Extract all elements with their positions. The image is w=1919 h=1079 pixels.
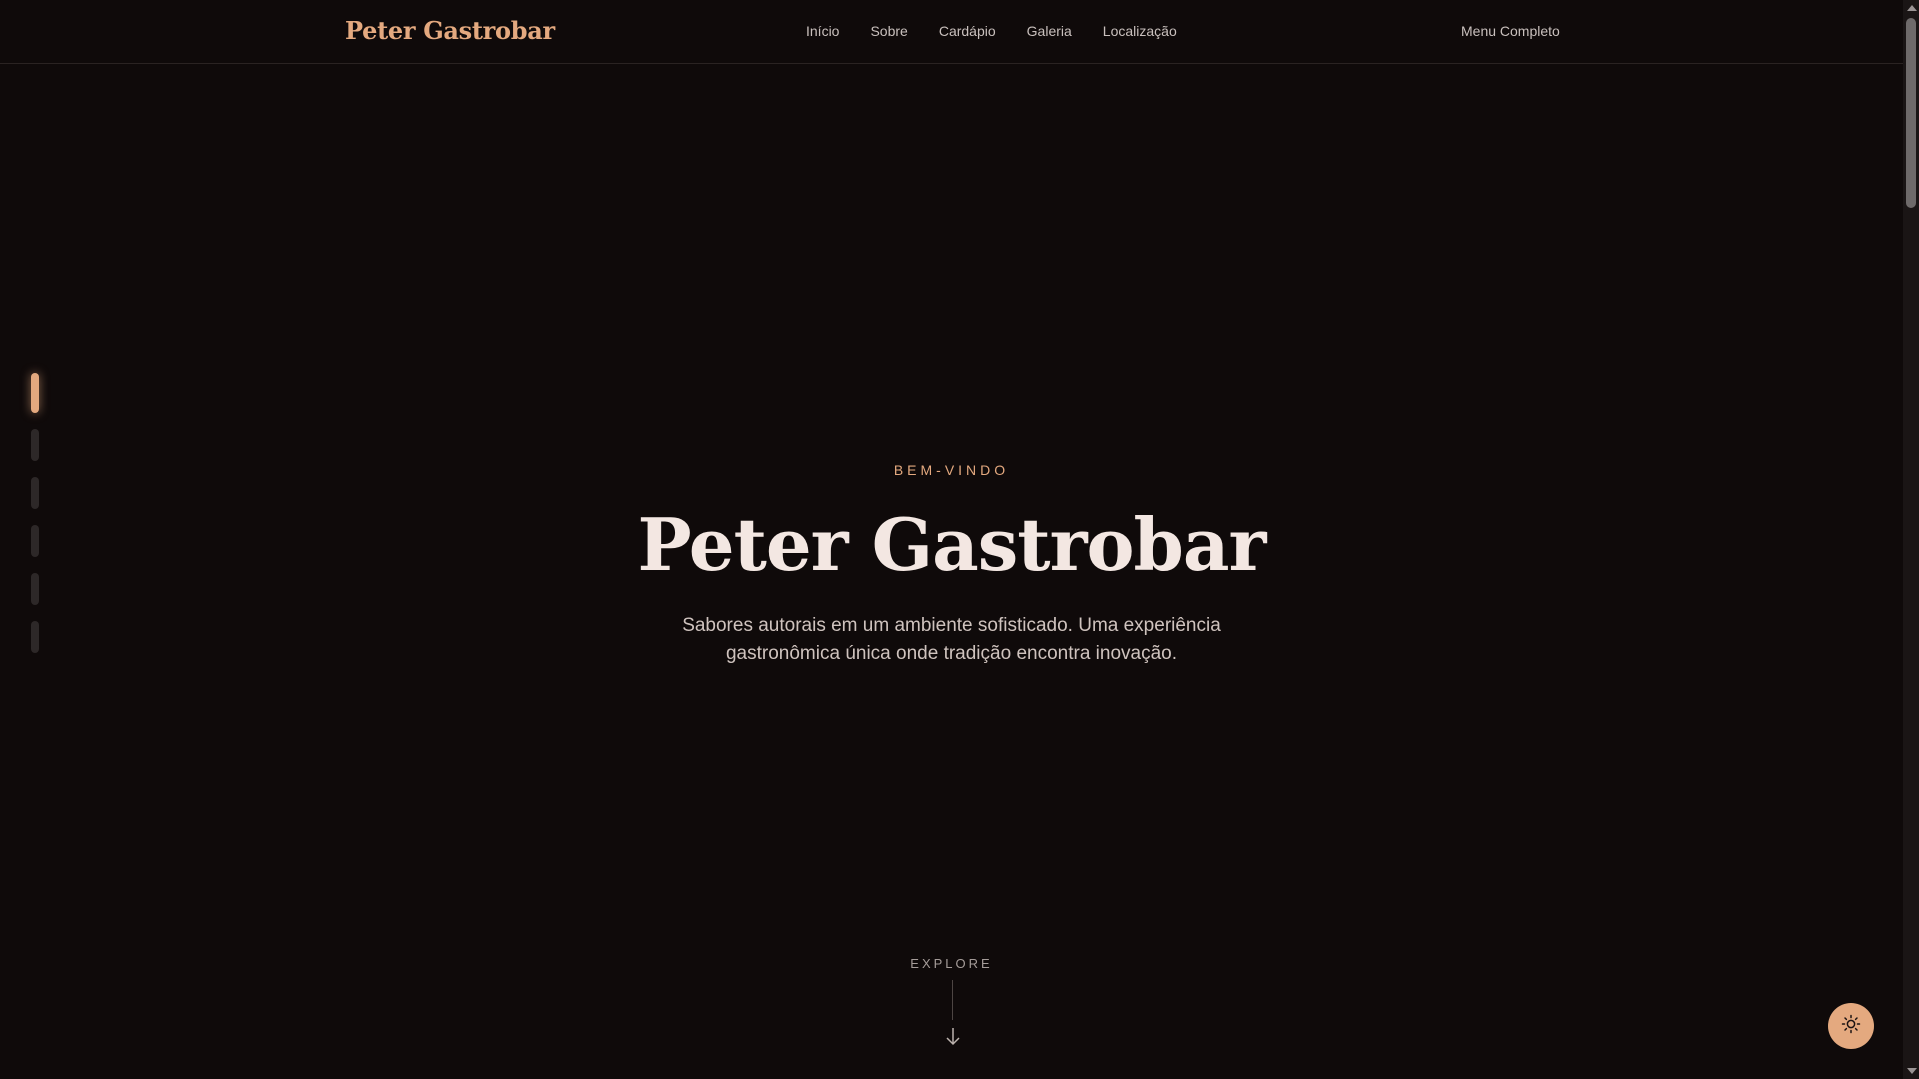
section-indicator-1[interactable] [31,373,39,413]
hero-title: Peter Gastrobar [637,502,1267,587]
page-scrollbar[interactable] [1903,0,1919,1079]
main-nav: Início Sobre Cardápio Galeria Localizaçã… [806,23,1177,39]
arrow-down-icon[interactable] [944,1026,962,1048]
theme-toggle-button[interactable] [1828,1003,1874,1049]
explore-label: EXPLORE [910,956,993,971]
site-header: Peter Gastrobar Início Sobre Cardápio Ga… [0,0,1903,64]
brand-logo[interactable]: Peter Gastrobar [345,16,555,45]
sun-icon [1841,1014,1861,1039]
hero-eyebrow: BEM-VINDO [893,462,1010,478]
nav-link-galeria[interactable]: Galeria [1027,23,1072,39]
section-indicator-6[interactable] [31,621,39,653]
nav-link-inicio[interactable]: Início [806,23,839,39]
hero-subtitle: Sabores autorais em um ambiente sofistic… [682,615,1221,664]
nav-link-localizacao[interactable]: Localização [1103,23,1177,39]
section-indicator-2[interactable] [31,429,39,461]
nav-link-sobre[interactable]: Sobre [870,23,907,39]
scroll-down-arrow-icon[interactable] [1907,1068,1917,1074]
nav-link-cardapio[interactable]: Cardápio [939,23,996,39]
scrollbar-thumb[interactable] [1906,18,1916,208]
scroll-up-arrow-icon[interactable] [1907,5,1917,11]
menu-completo-link[interactable]: Menu Completo [1461,23,1560,39]
explore-divider-line [952,980,953,1020]
page: Peter Gastrobar Início Sobre Cardápio Ga… [0,0,1919,1079]
